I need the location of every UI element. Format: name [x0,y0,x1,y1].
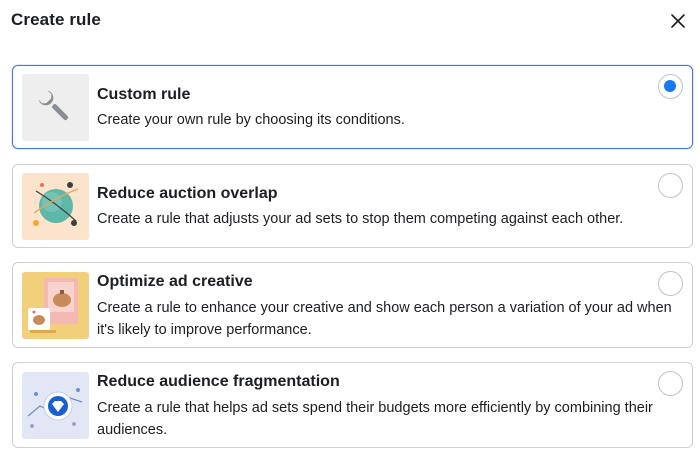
option-title: Reduce auction overlap [97,185,278,202]
option-reduce-audience-fragmentation[interactable]: Reduce audience fragmentation Create a r… [12,362,693,448]
option-radio[interactable] [658,173,683,198]
audience-fragmentation-thumbnail [22,372,89,439]
ad-creative-illustration [28,278,78,333]
option-radio[interactable] [658,371,683,396]
option-title: Custom rule [97,86,191,103]
option-title: Reduce audience fragmentation [97,373,340,390]
option-radio[interactable] [658,74,683,99]
auction-overlap-thumbnail [22,173,89,240]
wrench-icon [38,90,69,121]
option-description: Create a rule that helps ad sets spend t… [97,400,653,438]
option-title: Optimize ad creative [97,273,253,290]
option-description: Create your own rule by choosing its con… [97,112,405,128]
auction-overlap-illustration [33,182,79,226]
custom-rule-thumbnail [22,74,89,141]
option-reduce-auction-overlap[interactable]: Reduce auction overlap Create a rule tha… [12,164,693,248]
dialog-header: Create rule [0,0,700,44]
option-optimize-ad-creative[interactable]: Optimize ad creative Create a rule to en… [12,262,693,348]
option-description: Create a rule to enhance your creative a… [97,300,672,338]
option-description: Create a rule that adjusts your ad sets … [97,211,624,227]
option-radio[interactable] [658,271,683,296]
audience-fragmentation-illustration [27,388,83,428]
close-icon [671,14,685,28]
dialog-title: Create rule [11,10,101,29]
close-button[interactable] [666,9,690,33]
ad-creative-thumbnail [22,272,89,339]
option-custom-rule[interactable]: Custom rule Create your own rule by choo… [12,65,693,149]
